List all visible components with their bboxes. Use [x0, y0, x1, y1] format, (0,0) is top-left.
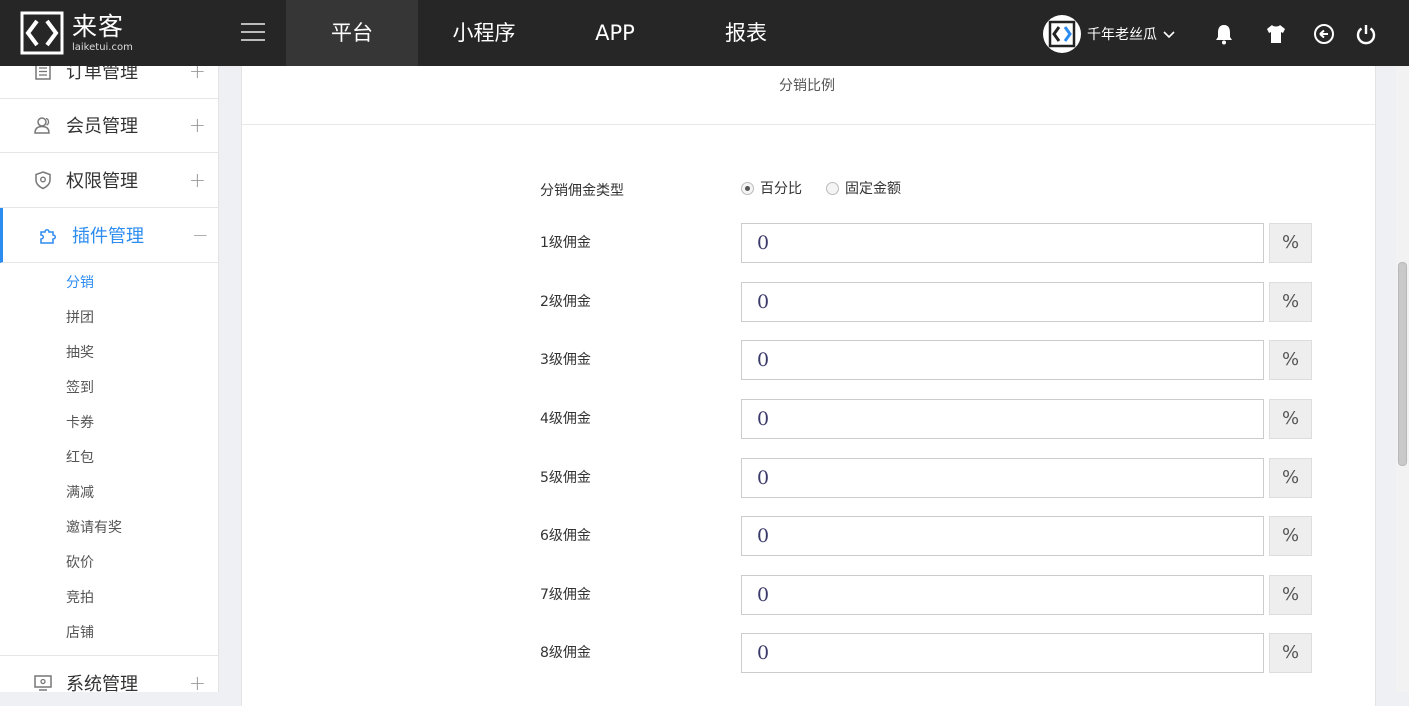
scrollbar-thumb[interactable]: [1398, 262, 1407, 466]
level-4-commission-input[interactable]: 0: [741, 399, 1264, 439]
sidebar-gutter: [219, 66, 230, 692]
sidebar-item-plugins[interactable]: 插件管理 −: [0, 208, 218, 263]
return-icon[interactable]: [1313, 23, 1335, 45]
shirt-icon[interactable]: [1265, 23, 1287, 45]
brand-name: 来客: [72, 11, 125, 41]
brand-logo[interactable]: 来客 laiketui.com: [20, 10, 170, 56]
submenu-item-full-reduction[interactable]: 满减: [66, 483, 94, 503]
percent-addon: %: [1269, 575, 1312, 615]
percent-addon: %: [1269, 399, 1312, 439]
logo-mark-icon: [20, 11, 64, 55]
level-3-commission-label: 3级佣金: [540, 352, 591, 368]
sidebar-item-system[interactable]: 系统管理 +: [0, 655, 218, 693]
tab-platform[interactable]: 平台: [286, 0, 418, 66]
power-icon[interactable]: [1355, 23, 1377, 45]
percent-addon: %: [1269, 633, 1312, 673]
commission-type-label: 分销佣金类型: [540, 183, 624, 199]
radio-percentage-label: 百分比: [760, 181, 802, 197]
radio-fixed-amount-label: 固定金额: [845, 181, 901, 197]
submenu-item-red-packet[interactable]: 红包: [66, 448, 94, 468]
expand-icon: +: [189, 113, 206, 137]
percent-addon: %: [1269, 458, 1312, 498]
collapse-icon: −: [192, 223, 209, 247]
level-6-commission-input[interactable]: 0: [741, 516, 1264, 556]
users-icon: [34, 117, 50, 134]
radio-unchecked-icon: [826, 181, 839, 195]
level-5-commission-label: 5级佣金: [540, 470, 591, 486]
level-8-commission-label: 8级佣金: [540, 645, 591, 661]
expand-icon: +: [189, 168, 206, 192]
shield-icon: [35, 171, 51, 190]
level-2-commission-input[interactable]: 0: [741, 282, 1264, 322]
sidebar: 订单管理 + 会员管理 + 权限管理 + 插件管理 − 分销 拼团 抽奖 签到 …: [0, 66, 219, 692]
level-7-commission-label: 7级佣金: [540, 587, 591, 603]
percent-addon: %: [1269, 282, 1312, 322]
level-1-commission-label: 1级佣金: [540, 235, 591, 251]
submenu-item-bargain[interactable]: 砍价: [66, 553, 94, 573]
tab-report[interactable]: 报表: [680, 0, 812, 66]
level-8-commission-input[interactable]: 0: [741, 633, 1264, 673]
page-title: 分销比例: [779, 78, 835, 94]
radio-checked-icon: [741, 181, 754, 195]
bell-icon[interactable]: [1213, 23, 1235, 45]
submenu-item-auction[interactable]: 竞拍: [66, 588, 94, 608]
level-4-commission-label: 4级佣金: [540, 411, 591, 427]
top-bar: 来客 laiketui.com 平台 小程序 APP 报表 千年老丝瓜: [0, 0, 1409, 66]
submenu-item-coupons[interactable]: 卡券: [66, 413, 94, 433]
level-5-commission-input[interactable]: 0: [741, 458, 1264, 498]
radio-percentage[interactable]: 百分比: [741, 178, 802, 198]
percent-addon: %: [1269, 223, 1312, 263]
level-1-commission-input[interactable]: 0: [741, 223, 1264, 263]
expand-icon: +: [189, 670, 206, 693]
chevron-down-icon: [1163, 31, 1175, 39]
distribution-settings-panel: 分销比例 分销佣金类型 百分比 固定金额 1级佣金 0 % 2级佣金 0 % 3…: [241, 66, 1376, 706]
sidebar-item-members[interactable]: 会员管理 +: [0, 98, 218, 153]
submenu-item-distribution[interactable]: 分销: [66, 273, 94, 293]
top-nav: 平台 小程序 APP 报表: [286, 0, 812, 66]
sidebar-item-orders[interactable]: 订单管理 +: [0, 66, 218, 99]
sidebar-item-permissions[interactable]: 权限管理 +: [0, 153, 218, 208]
panel-header: 分销比例: [242, 66, 1375, 125]
percent-addon: %: [1269, 340, 1312, 380]
brand-domain: laiketui.com: [72, 41, 133, 53]
level-7-commission-input[interactable]: 0: [741, 575, 1264, 615]
monitor-icon: [34, 674, 52, 691]
user-menu[interactable]: 千年老丝瓜: [1043, 15, 1175, 53]
submenu-item-group-buy[interactable]: 拼团: [66, 308, 94, 328]
page-scrollbar[interactable]: [1396, 66, 1409, 692]
submenu-item-lottery[interactable]: 抽奖: [66, 343, 94, 363]
order-list-icon: [35, 66, 51, 80]
level-6-commission-label: 6级佣金: [540, 528, 591, 544]
submenu-item-invite-reward[interactable]: 邀请有奖: [66, 518, 122, 538]
username: 千年老丝瓜: [1087, 27, 1157, 43]
puzzle-icon: [40, 229, 56, 244]
avatar-logo-icon: [1048, 20, 1076, 48]
level-2-commission-label: 2级佣金: [540, 294, 591, 310]
tab-app[interactable]: APP: [550, 0, 680, 66]
tab-miniprogram[interactable]: 小程序: [418, 0, 550, 66]
submenu-item-checkin[interactable]: 签到: [66, 378, 94, 398]
sidebar-item-label: 会员管理: [66, 116, 138, 137]
expand-icon: +: [189, 66, 206, 83]
sidebar-item-label: 订单管理: [66, 66, 138, 83]
menu-icon[interactable]: [241, 23, 265, 43]
commission-type-radio-group: 百分比 固定金额: [741, 178, 925, 198]
submenu-item-store[interactable]: 店铺: [66, 623, 94, 643]
sidebar-item-label: 权限管理: [66, 171, 138, 192]
sidebar-item-label: 系统管理: [66, 673, 138, 693]
level-3-commission-input[interactable]: 0: [741, 340, 1264, 380]
percent-addon: %: [1269, 516, 1312, 556]
radio-fixed-amount[interactable]: 固定金额: [826, 178, 901, 198]
avatar: [1043, 15, 1081, 53]
sidebar-item-label: 插件管理: [72, 226, 144, 247]
